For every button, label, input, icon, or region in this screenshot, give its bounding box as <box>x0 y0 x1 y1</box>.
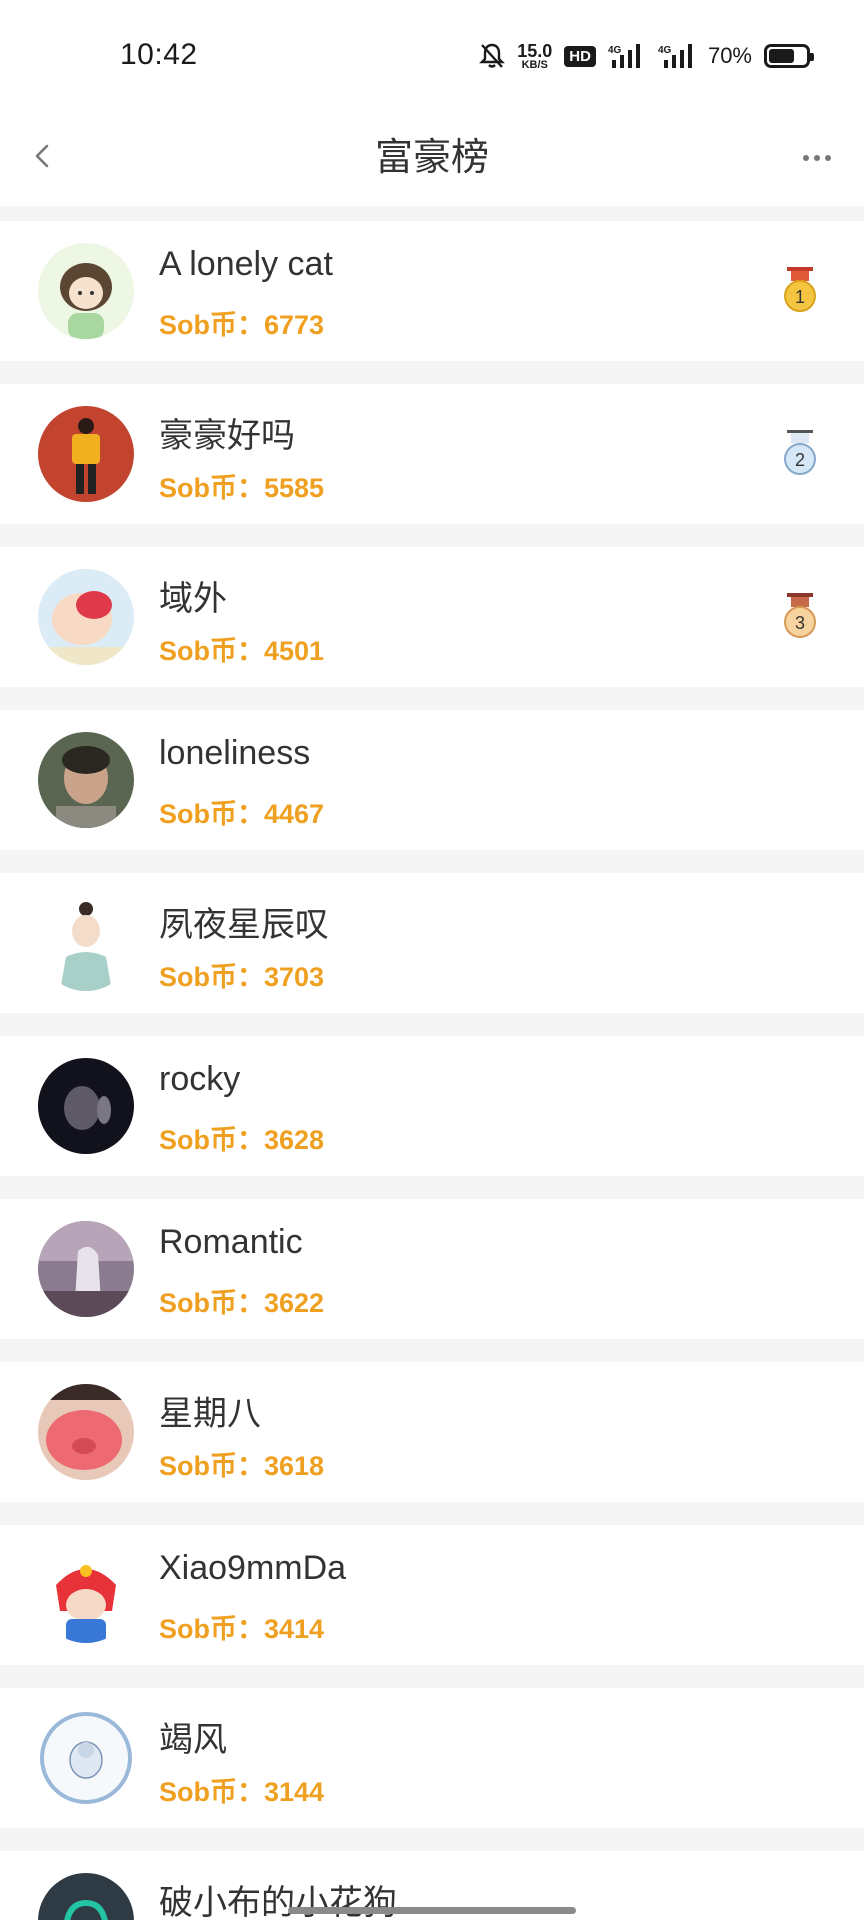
battery-icon <box>764 44 814 68</box>
bell-off-icon <box>479 42 506 70</box>
coin-balance: Sob币：3703 <box>159 955 324 994</box>
coin-balance: Sob币：6773 <box>159 303 324 342</box>
coin-label: Sob币： <box>159 1614 264 1644</box>
gold-medal-icon: 1 <box>782 265 818 315</box>
avatar <box>38 895 134 991</box>
coin-value: 3628 <box>264 1125 325 1155</box>
coin-value: 3703 <box>264 962 325 992</box>
user-name: 夙夜星辰叹 <box>159 906 329 944</box>
hd-badge: HD <box>564 45 596 67</box>
coin-value: 4467 <box>264 799 325 829</box>
more-horizontal-icon <box>802 149 832 167</box>
status-bar: 10:42 15.0 KB/S HD 4G 4G 70% <box>0 0 864 110</box>
coin-value: 3618 <box>264 1451 325 1481</box>
coin-value: 4501 <box>264 636 325 666</box>
coin-balance: Sob币：3622 <box>159 1281 324 1320</box>
avatar <box>38 1221 134 1317</box>
status-time: 10:42 <box>120 38 198 71</box>
ranking-item[interactable]: 豪豪好吗 Sob币：5585 2 <box>0 384 864 524</box>
user-name: Romantic <box>159 1223 303 1261</box>
user-name: 豪豪好吗 <box>159 417 295 455</box>
coin-value: 3144 <box>264 1777 325 1807</box>
user-name: loneliness <box>159 734 311 772</box>
bronze-medal-icon: 3 <box>782 591 818 641</box>
more-button[interactable] <box>792 138 842 178</box>
title-bar: 富豪榜 <box>0 110 864 206</box>
coin-label: Sob币： <box>159 1125 264 1155</box>
coin-value: 3622 <box>264 1288 325 1318</box>
user-name: 星期八 <box>159 1395 261 1433</box>
ranking-item[interactable]: 竭风 Sob币：3144 <box>0 1688 864 1828</box>
network-speed: 15.0 KB/S <box>517 42 552 71</box>
coin-balance: Sob币：4467 <box>159 792 324 831</box>
coin-value: 5585 <box>264 473 325 503</box>
network-speed-unit: KB/S <box>521 58 548 71</box>
ranking-item[interactable]: 夙夜星辰叹 Sob币：3703 <box>0 873 864 1013</box>
ranking-item[interactable]: Xiao9mmDa Sob币：3414 <box>0 1525 864 1665</box>
avatar <box>38 569 134 665</box>
home-indicator[interactable] <box>288 1907 576 1914</box>
silver-medal-icon: 2 <box>782 428 818 478</box>
coin-balance: Sob币：3628 <box>159 1118 324 1157</box>
svg-text:1: 1 <box>795 287 805 307</box>
coin-balance: Sob币：4501 <box>159 629 324 668</box>
svg-text:2: 2 <box>795 450 805 470</box>
avatar <box>38 732 134 828</box>
avatar <box>38 1873 134 1920</box>
avatar <box>38 1547 134 1643</box>
ranking-item[interactable]: loneliness Sob币：4467 <box>0 710 864 850</box>
svg-text:4G: 4G <box>658 45 672 56</box>
page-title: 富豪榜 <box>374 137 489 179</box>
svg-text:3: 3 <box>795 613 805 633</box>
user-name: 域外 <box>159 580 227 618</box>
coin-label: Sob币： <box>159 962 264 992</box>
user-name: 竭风 <box>159 1721 227 1759</box>
avatar <box>38 1710 134 1806</box>
battery-fill <box>769 49 795 63</box>
coin-label: Sob币： <box>159 473 264 503</box>
signal-icon: 4G <box>608 42 644 70</box>
avatar <box>38 406 134 502</box>
user-name: rocky <box>159 1060 241 1098</box>
coin-label: Sob币： <box>159 1451 264 1481</box>
avatar <box>38 1384 134 1480</box>
coin-value: 3414 <box>264 1614 325 1644</box>
avatar <box>38 243 134 339</box>
ranking-item[interactable]: Romantic Sob币：3622 <box>0 1199 864 1339</box>
battery-percent: 70% <box>707 43 752 68</box>
network-speed-value: 15.0 <box>517 40 553 61</box>
coin-balance: Sob币：3144 <box>159 1770 324 1809</box>
ranking-item[interactable]: A lonely cat Sob币：6773 1 <box>0 221 864 361</box>
user-name: Xiao9mmDa <box>159 1549 347 1587</box>
coin-value: 6773 <box>264 310 325 340</box>
status-icons: 15.0 KB/S HD 4G 4G 70% <box>479 38 814 74</box>
ranking-item[interactable]: 星期八 Sob币：3618 <box>0 1362 864 1502</box>
svg-text:4G: 4G <box>608 45 622 56</box>
coin-balance: Sob币：3618 <box>159 1444 324 1483</box>
ranking-item[interactable]: rocky Sob币：3628 <box>0 1036 864 1176</box>
coin-balance: Sob币：3414 <box>159 1607 324 1646</box>
coin-label: Sob币： <box>159 799 264 829</box>
user-name: A lonely cat <box>159 245 333 283</box>
signal-icon-2: 4G <box>656 42 696 70</box>
avatar <box>38 1058 134 1154</box>
ranking-item[interactable]: 域外 Sob币：4501 3 <box>0 547 864 687</box>
coin-label: Sob币： <box>159 1777 264 1807</box>
coin-label: Sob币： <box>159 1288 264 1318</box>
coin-label: Sob币： <box>159 310 264 340</box>
coin-balance: Sob币：5585 <box>159 466 324 505</box>
coin-label: Sob币： <box>159 636 264 666</box>
